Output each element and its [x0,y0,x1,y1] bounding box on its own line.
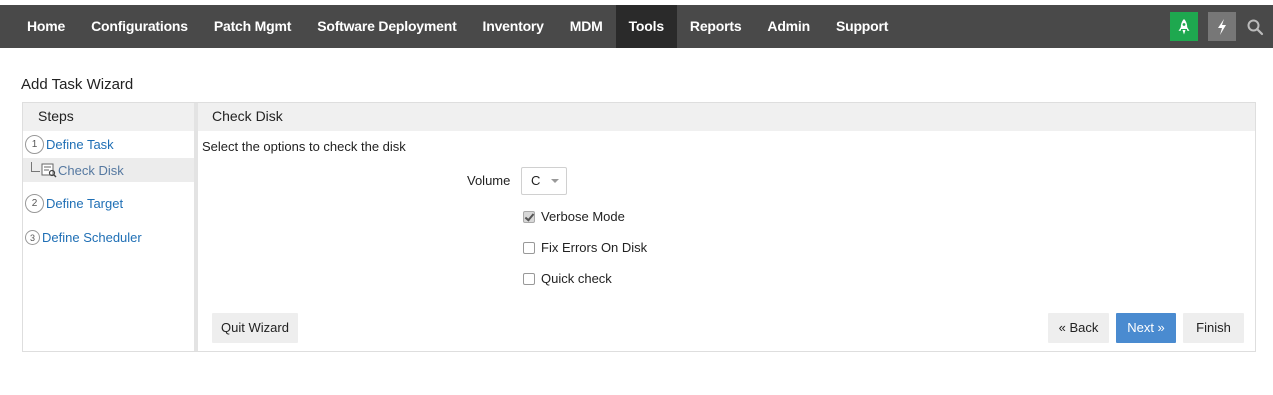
nav-inventory[interactable]: Inventory [470,5,557,48]
instruction-text: Select the options to check the disk [202,139,406,154]
chevron-down-icon [551,179,559,183]
volume-label: Volume [467,173,511,188]
disk-check-icon [41,163,57,177]
verbose-mode-checkbox[interactable] [523,210,535,223]
next-button[interactable]: Next » [1116,313,1176,343]
verbose-mode-label: Verbose Mode [541,209,625,224]
rocket-icon [1178,18,1190,34]
nav-patch-mgmt[interactable]: Patch Mgmt [201,5,304,48]
fix-errors-option[interactable]: Fix Errors On Disk [523,240,647,255]
search-button[interactable] [1241,12,1269,41]
steps-pane: Steps 1 Define Task Check Disk 2 Define … [23,103,194,351]
quick-check-checkbox[interactable] [523,272,535,285]
finish-button[interactable]: Finish [1183,313,1244,343]
step-label: Define Scheduler [42,230,142,245]
nav-admin[interactable]: Admin [754,5,823,48]
step-number: 1 [25,135,44,154]
bolt-button[interactable] [1208,12,1236,41]
nav-reports[interactable]: Reports [677,5,755,48]
fix-errors-label: Fix Errors On Disk [541,240,648,255]
steps-header: Steps [23,103,194,131]
wizard-panel: Steps 1 Define Task Check Disk 2 Define … [22,102,1256,352]
step-define-target[interactable]: 2 Define Target [25,194,123,213]
content-header: Check Disk [198,103,1255,131]
step-label: Define Target [46,196,124,211]
volume-value: C [531,173,541,188]
nav-tools[interactable]: Tools [615,5,677,48]
quit-wizard-button[interactable]: Quit Wizard [212,313,298,343]
main-nav: Home Configurations Patch Mgmt Software … [14,5,901,48]
step-label: Check Disk [58,162,124,178]
verbose-mode-option[interactable]: Verbose Mode [523,209,625,224]
quick-check-label: Quick check [541,271,612,286]
step-define-task[interactable]: 1 Define Task [25,135,114,154]
rocket-button[interactable] [1170,12,1198,41]
page-title: Add Task Wizard [21,76,134,93]
bolt-icon [1218,18,1226,35]
search-icon [1247,19,1264,35]
step-number: 2 [25,194,44,213]
nav-mdm[interactable]: MDM [557,5,616,48]
tree-connector [31,162,40,172]
nav-home[interactable]: Home [14,5,78,48]
nav-support[interactable]: Support [823,5,901,48]
nav-configurations[interactable]: Configurations [78,5,201,48]
content-pane: Check Disk Select the options to check t… [198,103,1255,351]
step-define-scheduler[interactable]: 3 Define Scheduler [25,230,142,245]
volume-select[interactable]: C [521,167,567,195]
top-navigation-bar: Home Configurations Patch Mgmt Software … [0,5,1273,48]
step-label: Define Task [46,137,114,152]
nav-software-deployment[interactable]: Software Deployment [304,5,469,48]
step-number: 3 [25,230,40,245]
quick-check-option[interactable]: Quick check [523,271,612,286]
back-button[interactable]: « Back [1048,313,1109,343]
step-check-disk[interactable]: Check Disk [23,158,194,182]
fix-errors-checkbox[interactable] [523,241,535,254]
